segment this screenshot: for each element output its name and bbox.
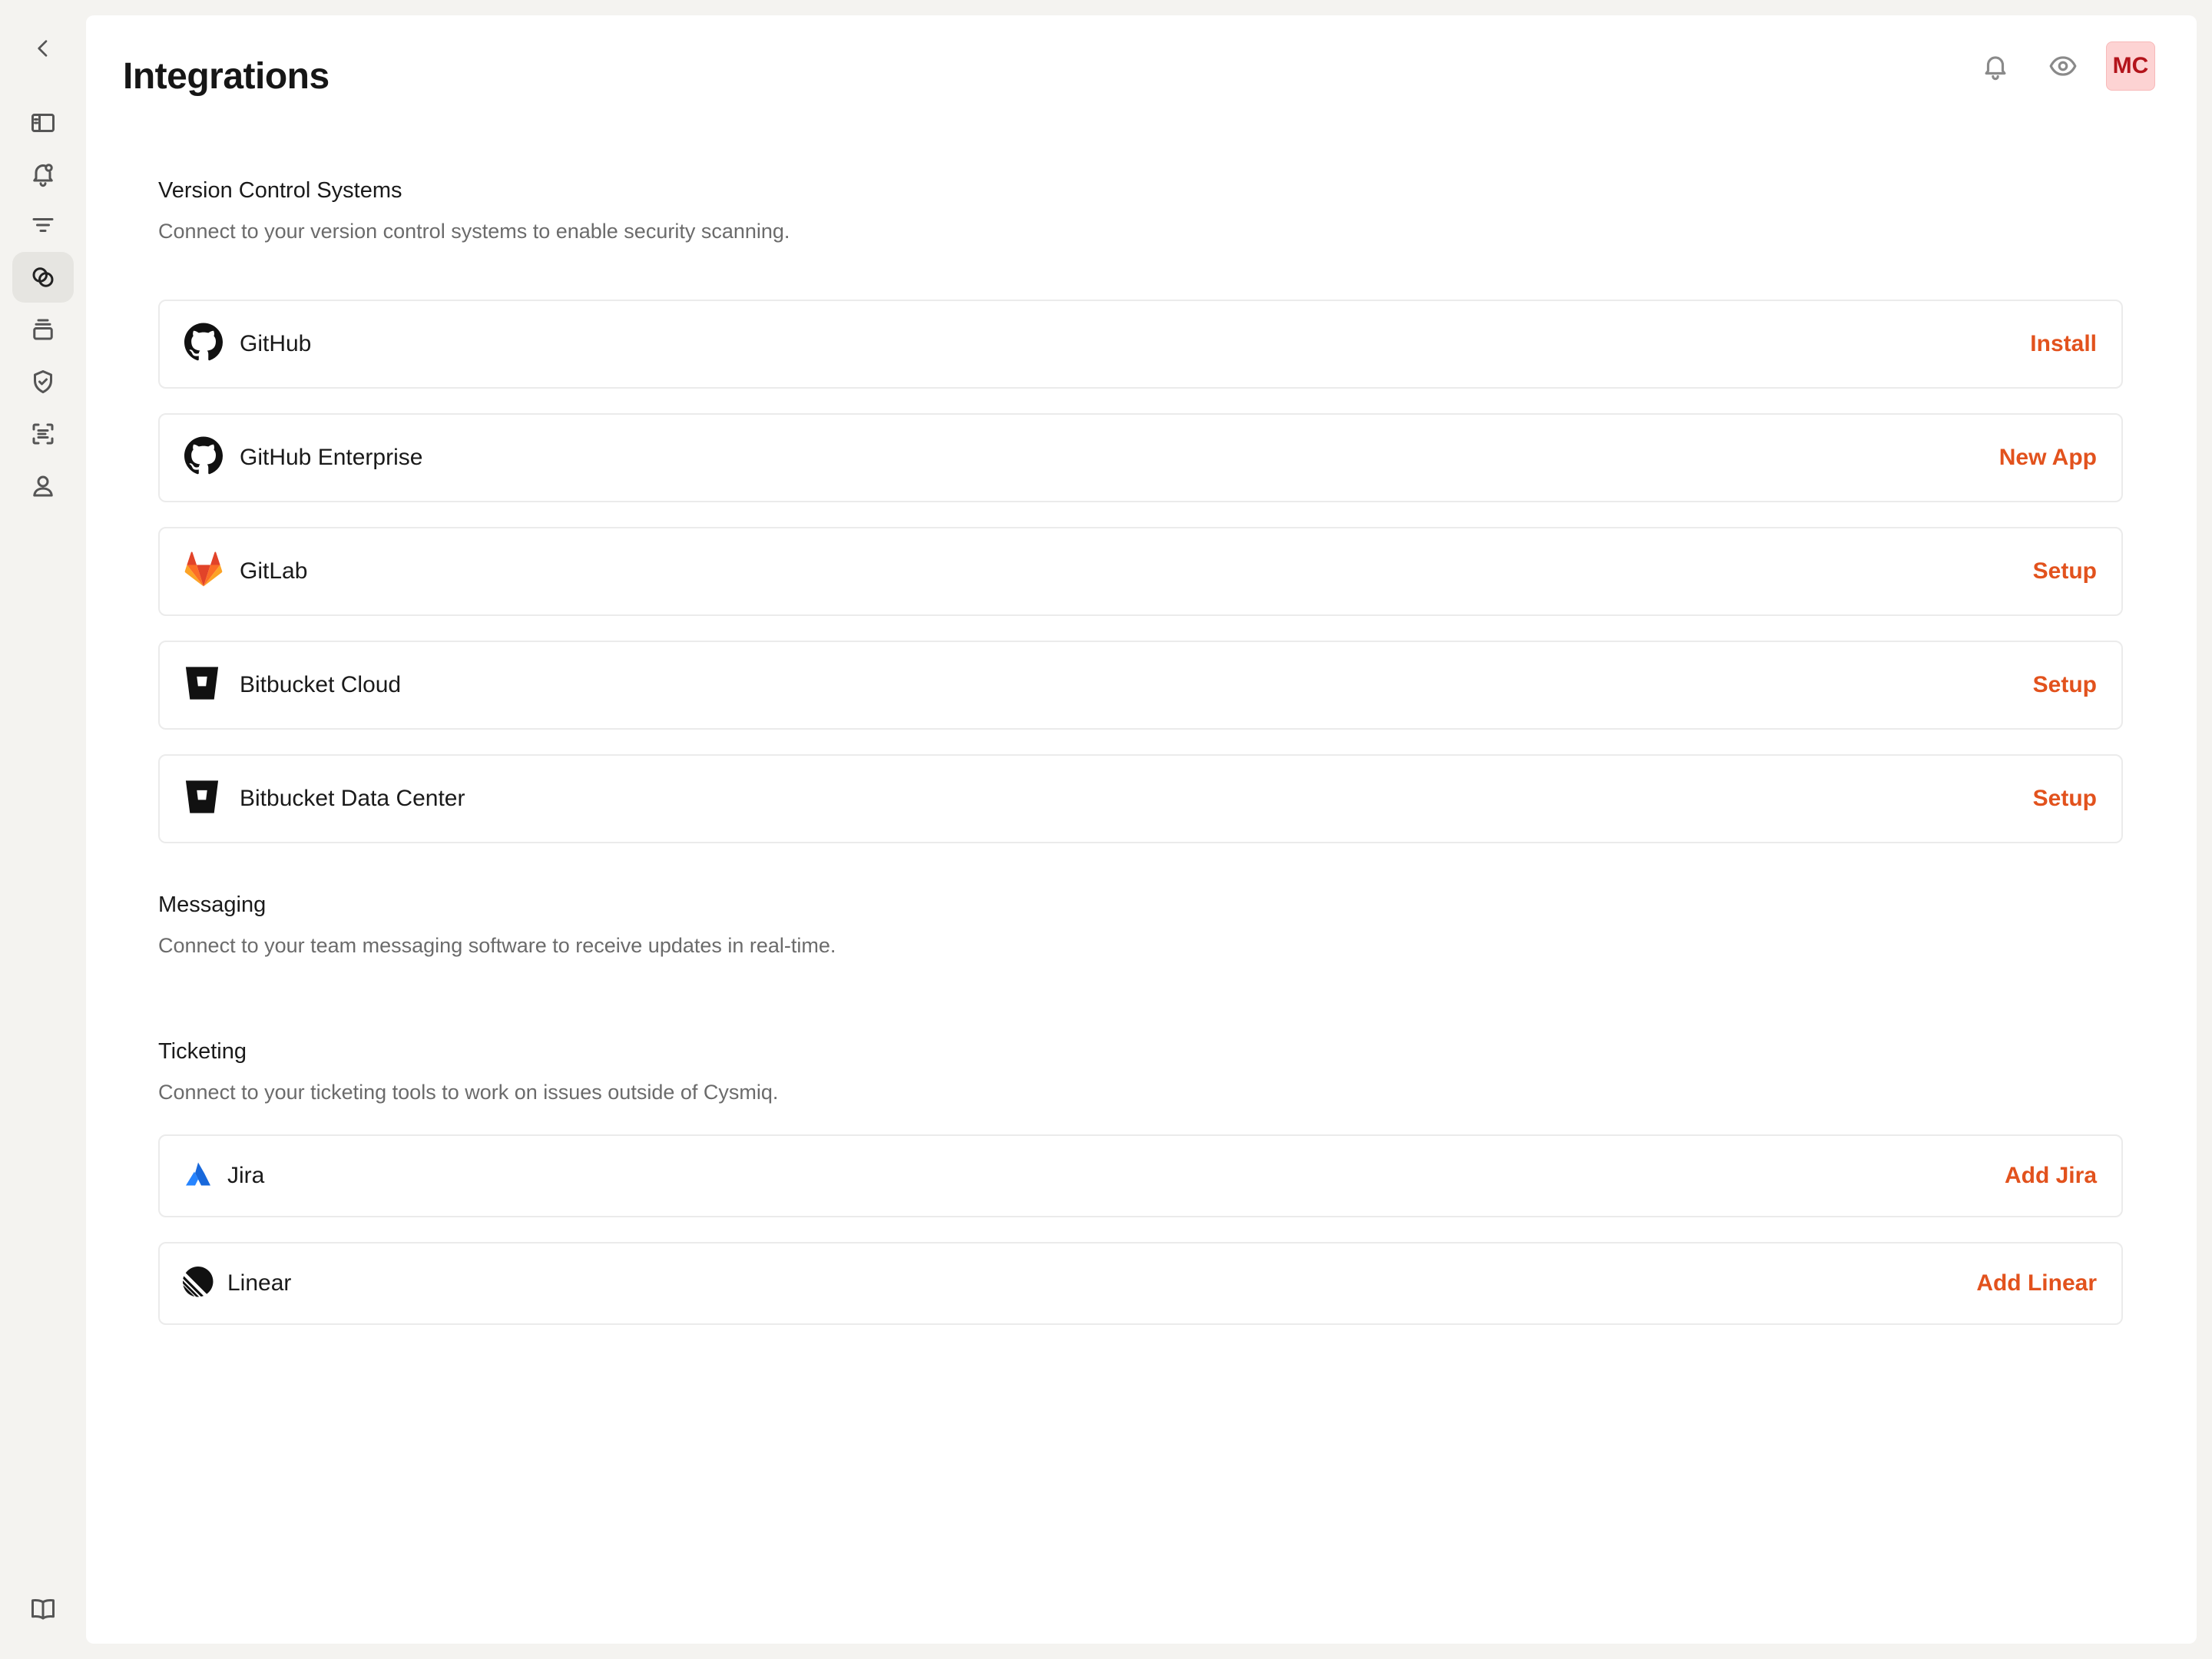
scan-icon[interactable] <box>12 409 74 459</box>
gitlab-icon <box>184 551 223 592</box>
install-button[interactable]: Install <box>2030 331 2097 357</box>
sidebar <box>0 0 86 1659</box>
user-avatar[interactable]: MC <box>2106 41 2155 91</box>
view-eye-icon[interactable] <box>2038 41 2088 91</box>
header-actions: MC <box>1971 40 2155 92</box>
setup-button[interactable]: Setup <box>2033 672 2097 698</box>
linear-icon <box>182 1267 214 1301</box>
section-description: Connect to your version control systems … <box>158 220 790 243</box>
bitbucket-icon <box>184 666 220 705</box>
main-panel: Integrations MC Version Control Systems … <box>86 15 2197 1644</box>
alerts-bell-icon[interactable] <box>12 148 74 199</box>
notifications-bell-icon[interactable] <box>1971 41 2020 91</box>
bitbucket-icon <box>184 780 220 819</box>
integration-row-linear: Linear Add Linear <box>158 1242 2123 1325</box>
user-icon[interactable] <box>12 461 74 512</box>
integration-row-gitlab: GitLab Setup <box>158 527 2123 616</box>
section-messaging: Messaging Connect to your team messaging… <box>158 892 2123 957</box>
section-title: Ticketing <box>158 1039 247 1064</box>
integration-name: GitLab <box>240 558 308 584</box>
integration-name: Bitbucket Cloud <box>240 672 402 697</box>
section-ticketing: Ticketing Connect to your ticketing tool… <box>158 1039 2123 1325</box>
filter-icon[interactable] <box>12 200 74 250</box>
section-description: Connect to your team messaging software … <box>158 934 836 957</box>
integration-row-github: GitHub Install <box>158 300 2123 389</box>
github-icon <box>184 323 223 366</box>
docs-book-icon[interactable] <box>12 1584 74 1634</box>
setup-button[interactable]: Setup <box>2033 786 2097 812</box>
page-title: Integrations <box>123 56 329 97</box>
section-title: Version Control Systems <box>158 178 402 203</box>
integration-row-bitbucket-cloud: Bitbucket Cloud Setup <box>158 641 2123 730</box>
add-jira-button[interactable]: Add Jira <box>2005 1163 2097 1189</box>
back-chevron-icon[interactable] <box>12 23 74 74</box>
integration-name: Bitbucket Data Center <box>240 786 465 811</box>
section-version-control: Version Control Systems Connect to your … <box>158 178 2123 843</box>
new-app-button[interactable]: New App <box>1999 445 2097 471</box>
integration-row-jira: Jira Add Jira <box>158 1134 2123 1217</box>
integration-name: Jira <box>227 1163 265 1188</box>
shield-check-icon[interactable] <box>12 356 74 407</box>
section-title: Messaging <box>158 892 267 917</box>
sidebar-toggle-icon[interactable] <box>12 98 74 148</box>
integration-name: Linear <box>227 1270 292 1296</box>
add-linear-button[interactable]: Add Linear <box>1976 1270 2097 1296</box>
stack-icon[interactable] <box>12 304 74 355</box>
integration-name: GitHub <box>240 331 312 356</box>
integration-row-github-enterprise: GitHub Enterprise New App <box>158 413 2123 502</box>
integrations-icon[interactable] <box>12 252 74 303</box>
setup-button[interactable]: Setup <box>2033 558 2097 584</box>
jira-icon <box>186 1162 210 1190</box>
section-description: Connect to your ticketing tools to work … <box>158 1081 779 1104</box>
integration-row-bitbucket-data-center: Bitbucket Data Center Setup <box>158 754 2123 843</box>
github-icon <box>184 436 223 479</box>
integration-name: GitHub Enterprise <box>240 445 423 470</box>
